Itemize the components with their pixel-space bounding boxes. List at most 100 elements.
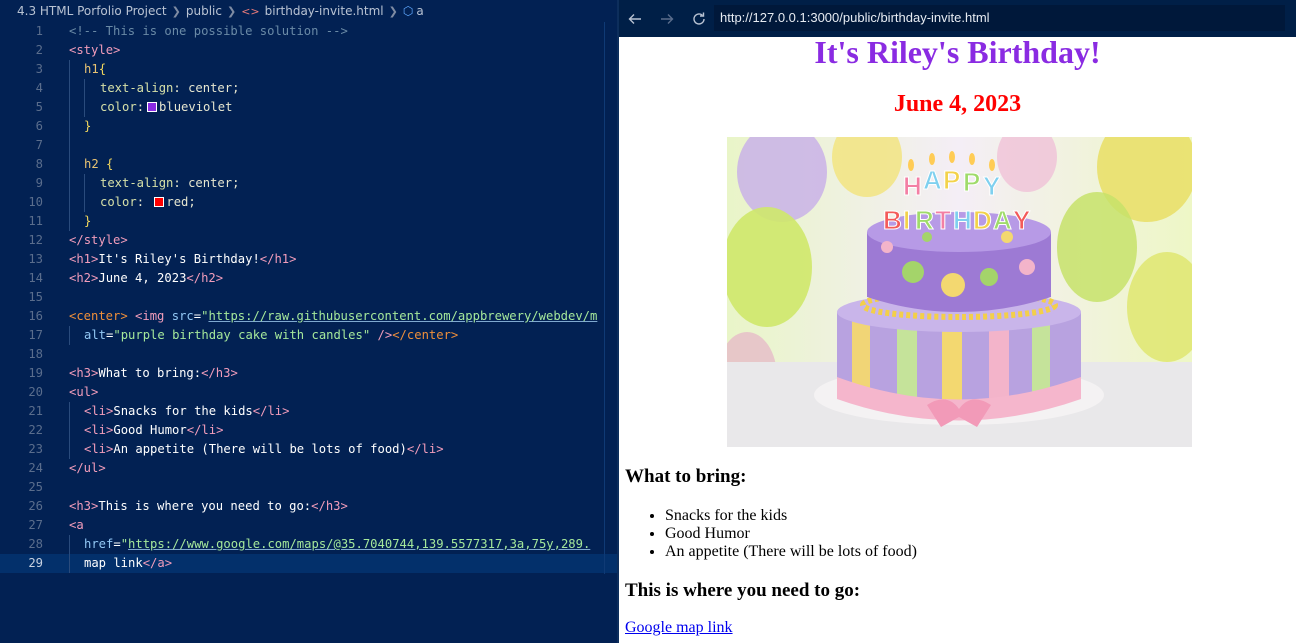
href-url[interactable]: https://www.google.com/maps/@35.7040744,… [128, 537, 590, 551]
breadcrumb-folder[interactable]: 4.3 HTML Porfolio Project [17, 4, 167, 18]
svg-text:I: I [903, 205, 910, 235]
reload-button[interactable] [683, 3, 715, 35]
css-value: red [166, 195, 189, 209]
code-line[interactable]: 26 <h3>This is where you need to go:</h3> [0, 497, 619, 516]
address-bar[interactable]: http://127.0.0.1:3000/public/birthday-in… [714, 5, 1285, 31]
code-line[interactable]: 1 <!-- This is one possible solution --> [0, 22, 619, 41]
html-comment: <!-- This is one possible solution --> [69, 24, 348, 38]
code-line[interactable]: 12 </style> [0, 231, 619, 250]
list-item: Good Humor [665, 525, 917, 543]
back-button[interactable] [619, 3, 651, 35]
browser-toolbar: http://127.0.0.1:3000/public/birthday-in… [619, 0, 1296, 37]
line-number: 20 [28, 385, 43, 399]
line-number: 25 [28, 480, 43, 494]
line-number: 12 [28, 233, 43, 247]
line-number: 9 [35, 176, 43, 190]
symbol-cube-icon: ⬡ [402, 4, 414, 18]
code-line[interactable]: 21 <li>Snacks for the kids</li> [0, 402, 619, 421]
code-line[interactable]: 27 <a [0, 516, 619, 535]
line-number: 11 [28, 214, 43, 228]
code-line[interactable]: 19 <h3>What to bring:</h3> [0, 364, 619, 383]
css-property: text-align [100, 81, 174, 95]
line-number: 3 [35, 62, 43, 76]
code-text: Good Humor [113, 423, 187, 437]
line-number: 19 [28, 366, 43, 380]
code-line[interactable]: 18 [0, 345, 619, 364]
birthday-cake-image: H A P P Y B I R T H D A Y [727, 137, 1192, 447]
code-line[interactable]: 15 [0, 288, 619, 307]
code-line[interactable]: 7 [0, 136, 619, 155]
line-number: 8 [35, 157, 43, 171]
code-line[interactable]: 3 h1{ [0, 60, 619, 79]
svg-text:D: D [973, 205, 992, 235]
browser-preview[interactable]: http://127.0.0.1:3000/public/birthday-in… [619, 0, 1296, 643]
code-line[interactable]: 10 color: red; [0, 193, 619, 212]
line-number: 21 [28, 404, 43, 418]
svg-text:A: A [993, 205, 1012, 235]
code-text: This is where you need to go: [98, 499, 312, 513]
code-line[interactable]: 22 <li>Good Humor</li> [0, 421, 619, 440]
code-line[interactable]: 2 <style> [0, 41, 619, 60]
svg-text:B: B [883, 205, 902, 235]
code-line[interactable]: 5 color: blueviolet [0, 98, 619, 117]
css-property: text-align [100, 176, 174, 190]
line-number: 7 [35, 138, 43, 152]
line-number: 23 [28, 442, 43, 456]
chevron-right-icon: ❯ [388, 4, 398, 18]
forward-button[interactable] [651, 3, 683, 35]
page-title: It's Riley's Birthday! [814, 34, 1101, 70]
css-value: blueviolet [159, 100, 233, 114]
code-line[interactable]: 6} [0, 117, 619, 136]
line-number: 24 [28, 461, 43, 475]
code-line[interactable]: 23 <li>An appetite (There will be lots of… [0, 440, 619, 459]
svg-text:H: H [953, 205, 972, 235]
code-line[interactable]: 25 [0, 478, 619, 497]
line-number: 13 [28, 252, 43, 266]
code-editor[interactable]: 4.3 HTML Porfolio Project ❯ public ❯ <> … [0, 0, 619, 643]
svg-text:P: P [963, 167, 980, 197]
line-number: 1 [35, 24, 43, 38]
line-number: 10 [28, 195, 43, 209]
google-map-link[interactable]: Google map link [625, 619, 733, 637]
line-number: 15 [28, 290, 43, 304]
code-line[interactable]: 14 <h2>June 4, 2023</h2> [0, 269, 619, 288]
color-swatch-icon[interactable] [154, 197, 165, 207]
section-heading-location: This is where you need to go: [625, 580, 861, 601]
line-number: 26 [28, 499, 43, 513]
code-line[interactable]: 17 alt="purple birthday cake with candles… [0, 326, 619, 345]
page-date: June 4, 2023 [893, 91, 1022, 117]
code-line[interactable]: 9 text-align: center; [0, 174, 619, 193]
breadcrumb-symbol[interactable]: a [416, 4, 423, 18]
code-line[interactable]: 8 h2 { [0, 155, 619, 174]
list-item: Snacks for the kids [665, 507, 917, 525]
html-file-icon: <> [241, 4, 260, 18]
code-line[interactable]: 16 <center> <img src="https://raw.githubu… [0, 307, 619, 326]
code-line[interactable]: 28 href="https://www.google.com/maps/@35.… [0, 535, 619, 554]
svg-text:Y: Y [1013, 205, 1030, 235]
code-line[interactable]: 13 <h1>It's Riley's Birthday!</h1> [0, 250, 619, 269]
breadcrumb-file[interactable]: birthday-invite.html [265, 4, 384, 18]
svg-text:Y: Y [983, 171, 1000, 201]
code-text: June 4, 2023 [98, 271, 187, 285]
line-number: 4 [35, 81, 43, 95]
line-number: 27 [28, 518, 43, 532]
rendered-page: It's Riley's Birthday! June 4, 2023 H A … [619, 34, 1296, 643]
color-swatch-icon[interactable] [147, 102, 158, 112]
code-line[interactable]: 11} [0, 212, 619, 231]
img-alt-text: purple birthday cake with candles [120, 328, 363, 342]
code-line[interactable]: 4 text-align: center; [0, 79, 619, 98]
arrow-left-icon [628, 13, 641, 24]
code-line[interactable]: 24 </ul> [0, 459, 619, 478]
css-selector: h1 [84, 62, 99, 76]
code-line[interactable]: 20 <ul> [0, 383, 619, 402]
breadcrumb: 4.3 HTML Porfolio Project ❯ public ❯ <> … [0, 0, 619, 22]
arrow-right-icon [661, 13, 674, 24]
code-area[interactable]: 1 <!-- This is one possible solution --> … [0, 22, 619, 573]
line-number: 14 [28, 271, 43, 285]
code-line-current[interactable]: 29 map link</a> [0, 554, 619, 573]
css-selector: h2 [84, 157, 99, 171]
code-text: An appetite (There will be lots of food) [113, 442, 407, 456]
img-src-url[interactable]: https://raw.githubusercontent.com/appbre… [208, 309, 597, 323]
breadcrumb-subfolder[interactable]: public [186, 4, 222, 18]
code-text: What to bring: [98, 366, 202, 380]
